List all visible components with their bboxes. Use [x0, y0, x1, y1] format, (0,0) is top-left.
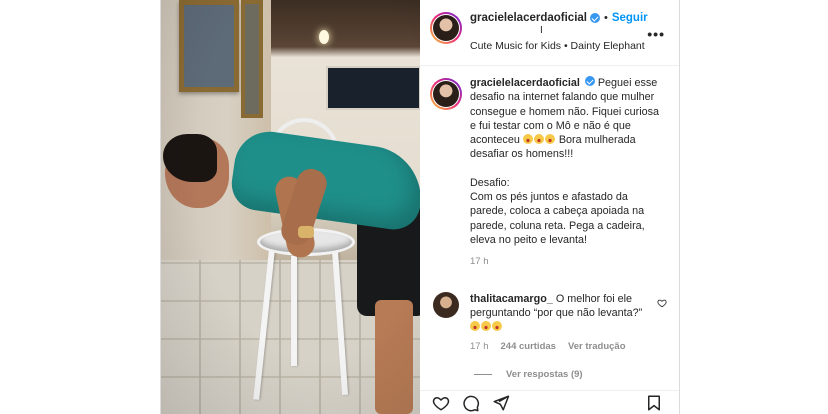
laughing-emoji-icon [470, 321, 480, 332]
challenge-text: Com os pés juntos e afastado da parede, … [470, 191, 645, 246]
verified-badge-icon [584, 76, 595, 86]
post-video[interactable] [161, 0, 420, 414]
save-button[interactable] [643, 392, 665, 414]
author-avatar[interactable] [430, 12, 462, 44]
laughing-emoji-icon [533, 134, 544, 145]
translate-link[interactable]: Ver tradução [568, 340, 626, 354]
comment-icon [463, 395, 480, 411]
commenter-avatar[interactable] [433, 291, 459, 318]
view-replies-button[interactable]: Ver respostas (9) [474, 369, 679, 380]
separator-dot: • [603, 12, 608, 24]
paper-plane-icon [493, 395, 510, 410]
comment-likes[interactable]: 244 curtidas [501, 340, 556, 354]
post-sidebar: gracielelacerdaoficial • Seguir I Cute M… [420, 0, 679, 414]
laughing-emoji-icon [544, 134, 555, 145]
heart-icon [432, 396, 450, 411]
author-username[interactable]: gracielelacerdaoficial [470, 12, 587, 24]
view-replies-label: Ver respostas (9) [506, 368, 583, 380]
header-mark: I [540, 25, 543, 36]
caption-avatar[interactable] [430, 78, 462, 110]
commenter-username[interactable]: thalitacamargo_ [470, 293, 553, 305]
share-button[interactable] [490, 392, 512, 414]
challenge-title: Desafio: [470, 176, 510, 189]
follow-button[interactable]: Seguir [612, 12, 648, 24]
laughing-emoji-icon [481, 321, 491, 332]
more-options-icon[interactable]: ••• [647, 26, 665, 42]
laughing-emoji-icon [522, 134, 533, 145]
audio-track-link[interactable]: Cute Music for Kids • Dainty Elephant [470, 40, 665, 52]
laughing-emoji-icon [492, 321, 502, 332]
caption-timestamp: 17 h [470, 256, 489, 268]
post-header: gracielelacerdaoficial • Seguir I Cute M… [420, 0, 679, 66]
replies-divider [474, 373, 492, 375]
verified-badge-icon [589, 13, 600, 23]
comment-timestamp: 17 h [470, 341, 489, 353]
action-bar [420, 390, 679, 414]
bookmark-icon [648, 395, 660, 410]
comment-button[interactable] [460, 392, 482, 414]
instagram-post: gracielelacerdaoficial • Seguir I Cute M… [160, 0, 680, 414]
post-caption: gracielelacerdaoficial Peguei esse desaf… [420, 66, 679, 270]
comment-like-heart-icon[interactable] [657, 298, 667, 308]
like-button[interactable] [430, 392, 452, 414]
caption-username[interactable]: gracielelacerdaoficial [470, 77, 580, 89]
comment-item: thalitacamargo_ O melhor foi ele pergunt… [420, 270, 679, 355]
